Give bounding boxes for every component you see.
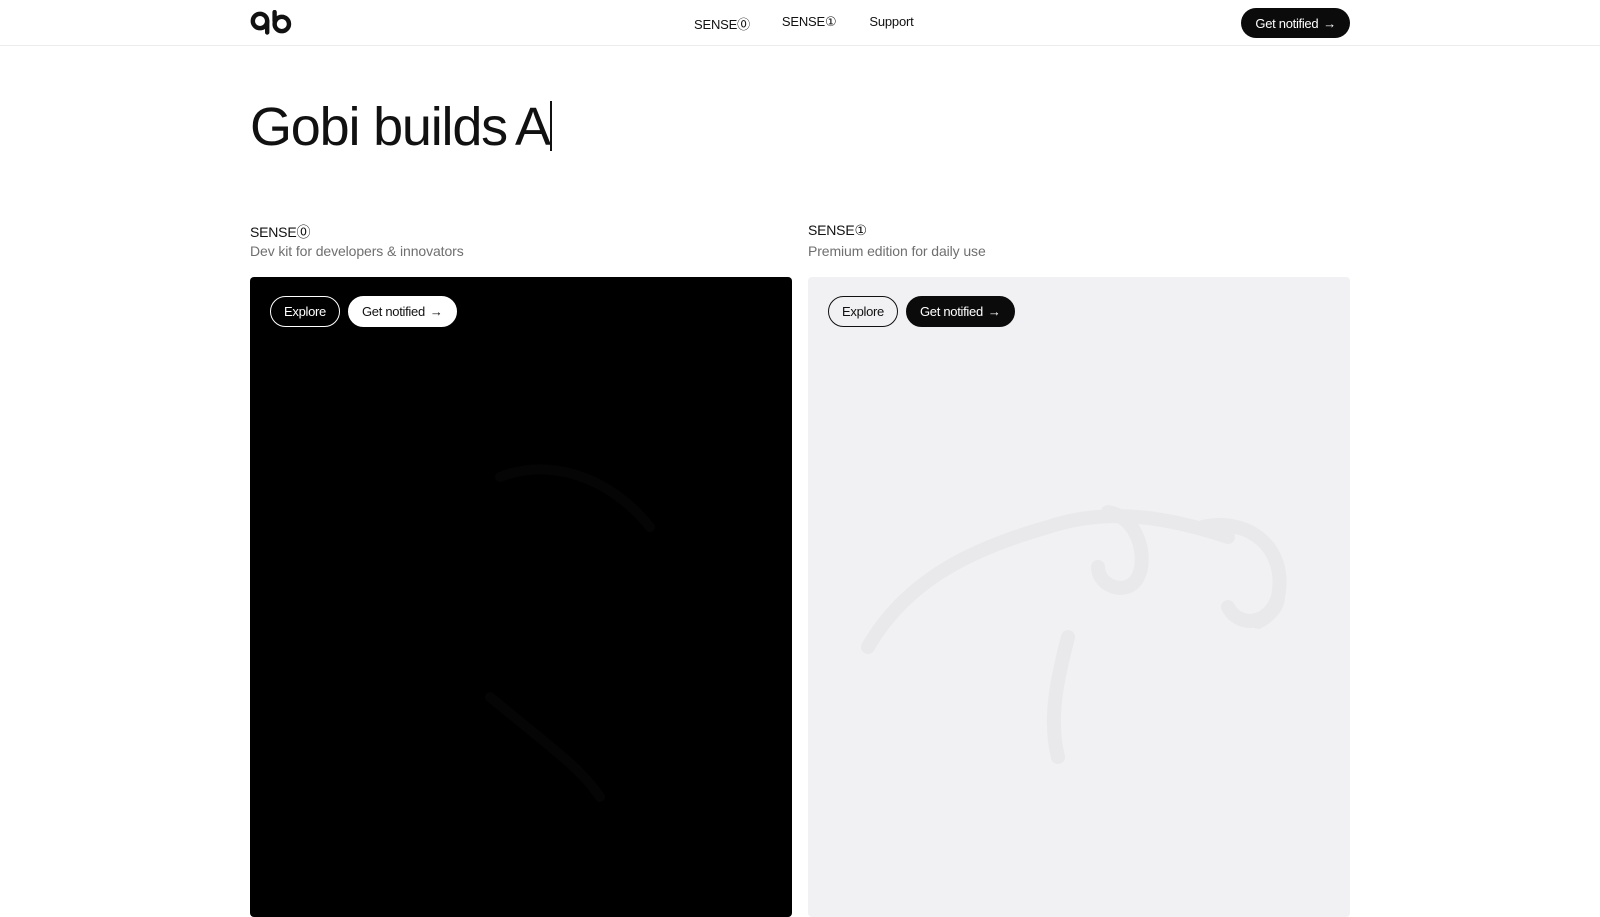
card-actions: Explore Get notified → — [828, 296, 1015, 327]
arrow-right-icon: → — [987, 304, 1001, 319]
get-notified-label: Get notified — [361, 304, 425, 319]
nav-link-sense-0[interactable]: SENSE⓪ — [694, 14, 750, 33]
nav-link-sense-1[interactable]: SENSE① — [782, 14, 837, 33]
product-image — [485, 464, 655, 802]
product-sense-1: SENSE① Premium edition for daily use Exp… — [808, 222, 1350, 917]
product-description: Premium edition for daily use — [808, 243, 986, 259]
nav-link-support[interactable]: Support — [869, 14, 913, 33]
product-card-dark[interactable]: Explore Get notified → — [250, 277, 792, 917]
typing-caret — [549, 101, 552, 151]
explore-button[interactable]: Explore — [270, 296, 340, 327]
get-notified-label: Get notified — [919, 304, 983, 319]
hero-text: Gobi builds — [250, 97, 508, 157]
explore-button[interactable]: Explore — [828, 296, 898, 327]
hero-typed-word: A — [514, 97, 551, 157]
gobi-logo-icon[interactable] — [250, 10, 292, 36]
get-notified-button[interactable]: Get notified → — [905, 296, 1015, 327]
arrow-right-icon: → — [429, 304, 443, 319]
product-sense-0: SENSE⓪ Dev kit for developers & innovato… — [250, 222, 792, 917]
product-name: SENSE① — [808, 222, 867, 238]
product-name: SENSE⓪ — [250, 224, 311, 240]
hero-headline: Gobi builds A — [250, 96, 552, 158]
product-image — [861, 505, 1287, 764]
product-description: Dev kit for developers & innovators — [250, 243, 464, 259]
product-card-light[interactable]: Explore Get notified → — [808, 277, 1350, 917]
get-notified-button[interactable]: Get notified → — [1241, 8, 1350, 38]
main-nav: SENSE⓪ SENSE① Support — [694, 14, 914, 33]
top-navigation-bar: SENSE⓪ SENSE① Support Get notified → — [0, 0, 1600, 46]
get-notified-label: Get notified — [1255, 15, 1319, 31]
get-notified-button[interactable]: Get notified → — [347, 296, 457, 327]
card-actions: Explore Get notified → — [270, 296, 457, 327]
arrow-right-icon: → — [1323, 15, 1336, 31]
